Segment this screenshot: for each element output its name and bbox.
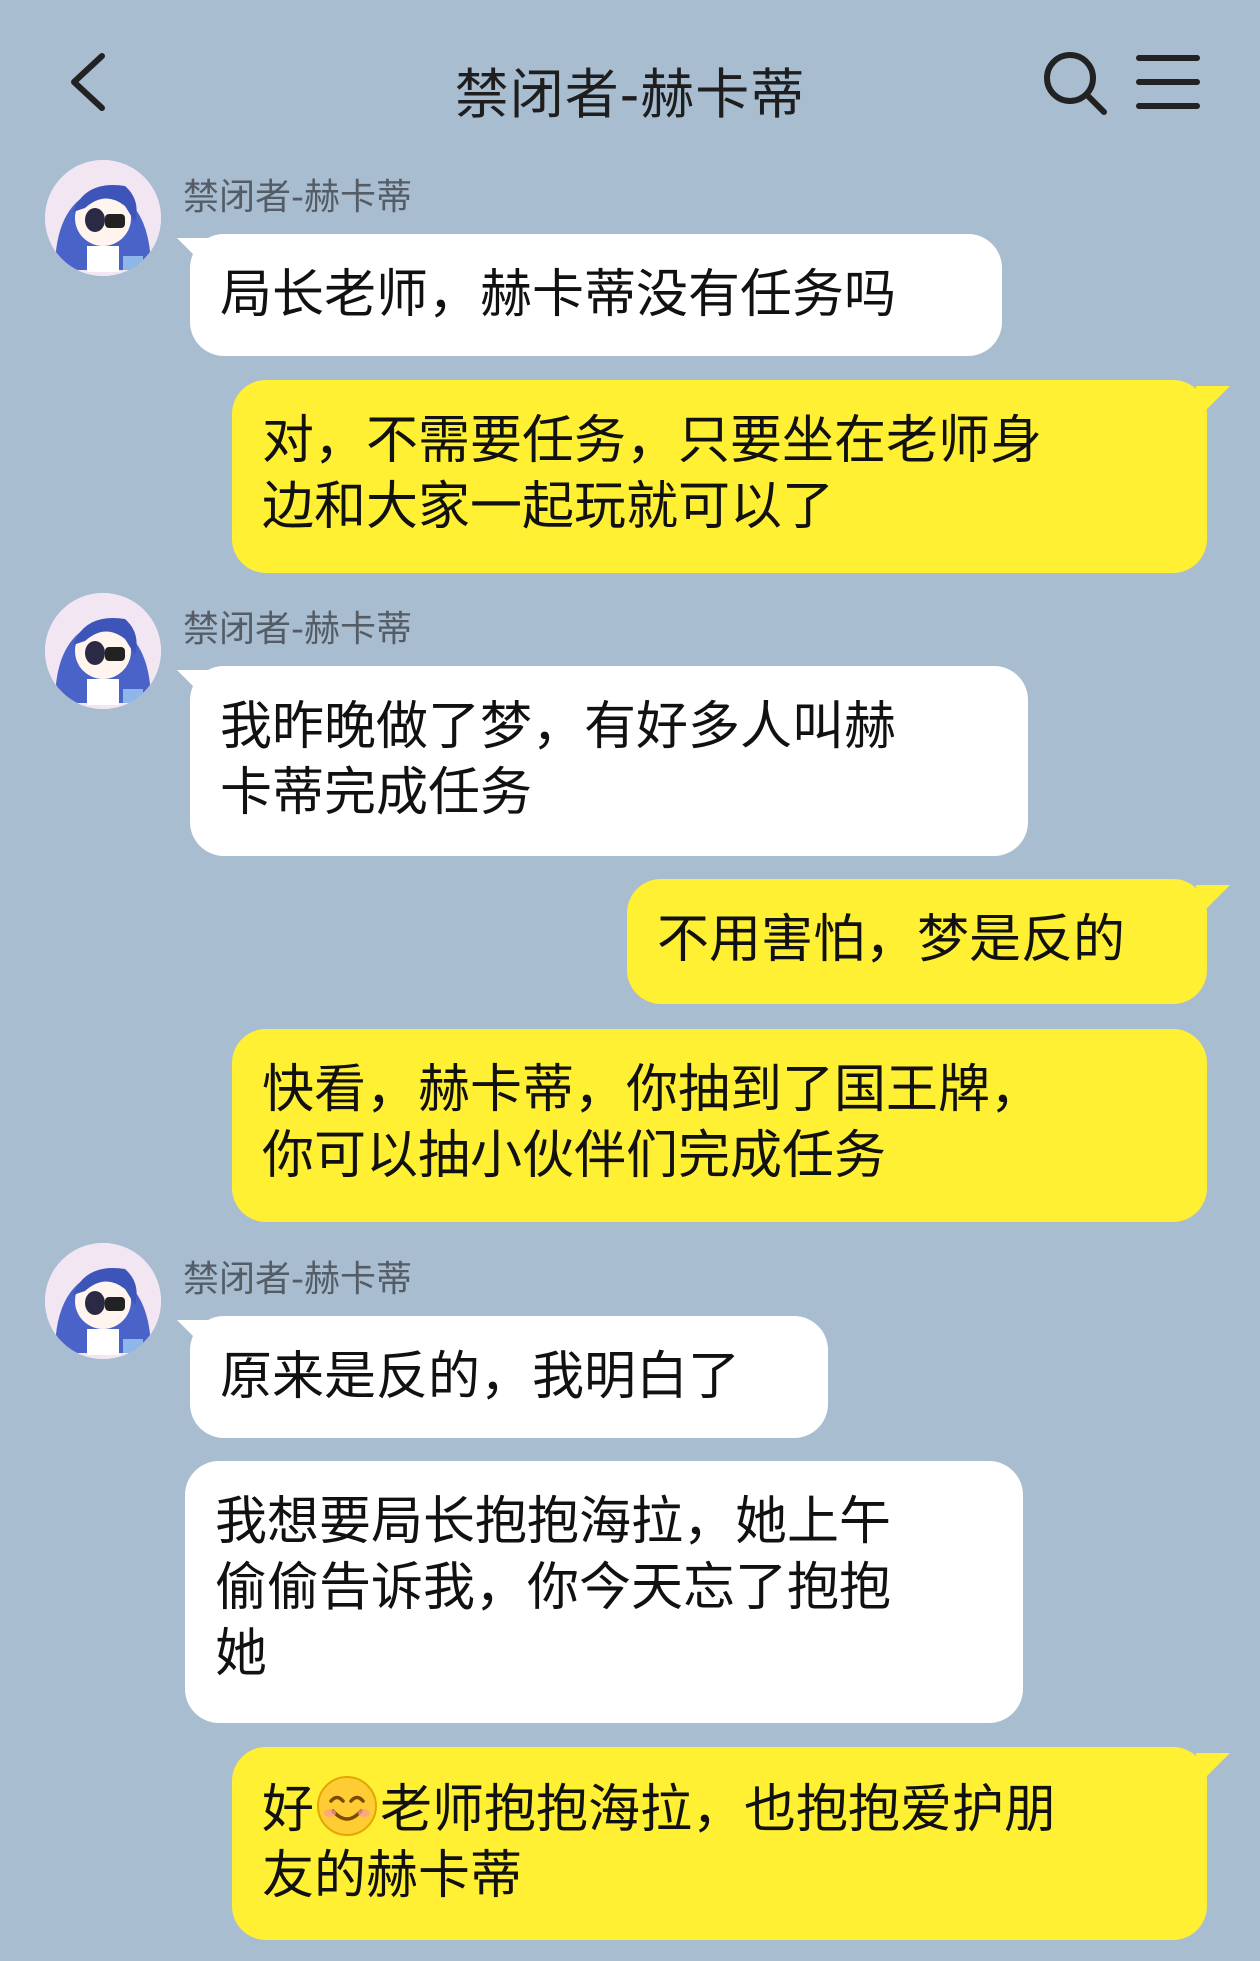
avatar[interactable] [45, 160, 161, 276]
avatar[interactable] [45, 1243, 161, 1359]
search-icon [1044, 52, 1107, 115]
sender-name: 禁闭者-赫卡蒂 [183, 609, 412, 650]
chat-header: 禁闭者-赫卡蒂 [0, 0, 1260, 165]
search-button[interactable] [1040, 48, 1110, 118]
message-bubble-incoming[interactable]: 我昨晚做了梦，有好多人叫赫 卡蒂完成任务 [190, 666, 1028, 856]
message-bubble-outgoing[interactable]: 快看，赫卡蒂，你抽到了国王牌， 你可以抽小伙伴们完成任务 [232, 1029, 1207, 1222]
menu-button[interactable] [1135, 52, 1201, 112]
avatar[interactable] [45, 593, 161, 709]
message-bubble-outgoing[interactable]: 不用害怕，梦是反的 [627, 879, 1207, 1004]
sender-name: 禁闭者-赫卡蒂 [183, 1259, 412, 1300]
avatar-image [45, 160, 161, 276]
message-bubble-incoming[interactable]: 原来是反的，我明白了 [190, 1316, 828, 1438]
sender-name: 禁闭者-赫卡蒂 [183, 177, 412, 218]
message-text: 老师抱抱海拉，也抱抱爱护朋 友的赫卡蒂 [262, 1780, 1057, 1906]
smiling-face-emoji-icon [317, 1776, 378, 1836]
message-bubble-incoming[interactable]: 局长老师，赫卡蒂没有任务吗 [190, 234, 1002, 356]
avatar-image [45, 1243, 161, 1359]
message-bubble-outgoing[interactable]: 对，不需要任务，只要坐在老师身 边和大家一起玩就可以了 [232, 380, 1207, 573]
menu-icon [1136, 55, 1200, 109]
avatar-image [45, 593, 161, 709]
message-text: 好 [262, 1780, 315, 1840]
message-bubble-outgoing[interactable]: 好老师抱抱海拉，也抱抱爱护朋 友的赫卡蒂 [232, 1747, 1207, 1940]
message-bubble-incoming[interactable]: 我想要局长抱抱海拉，她上午 偷偷告诉我，你今天忘了抱抱 她 [185, 1461, 1023, 1723]
